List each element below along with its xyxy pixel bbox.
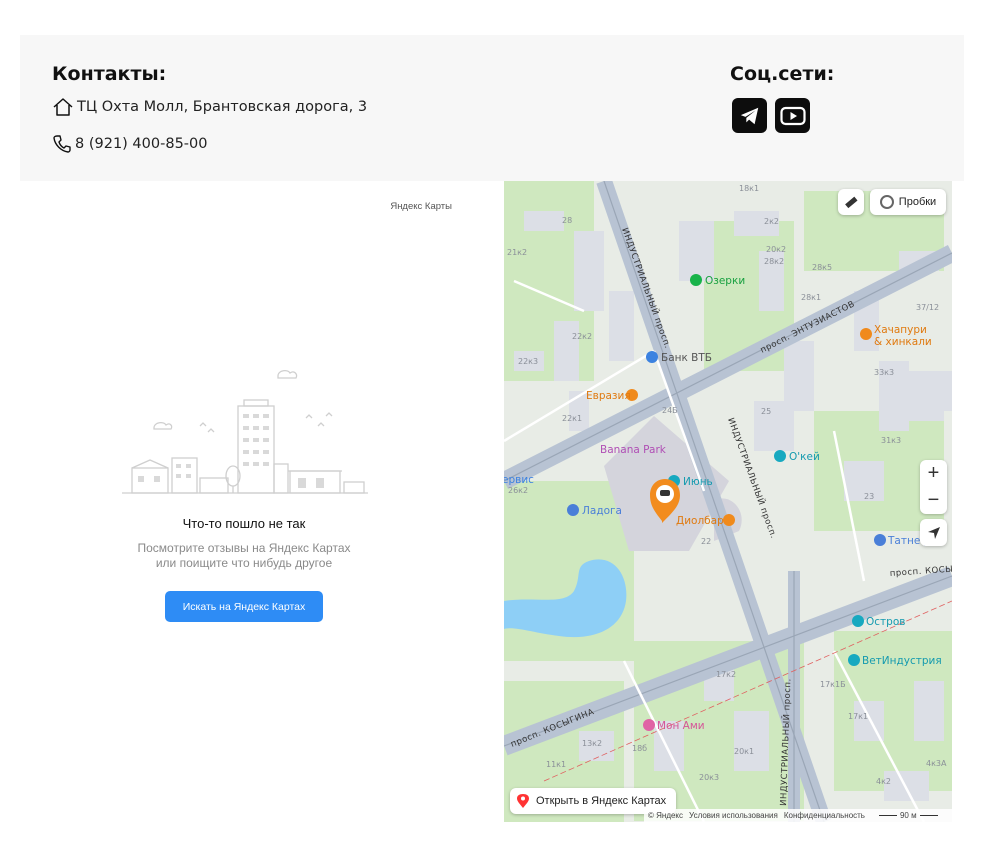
contacts-title: Контакты: bbox=[52, 63, 167, 85]
poi-ladoga: Ладога bbox=[582, 505, 622, 517]
house-number: 28к5 bbox=[812, 263, 832, 272]
house-number: 28 bbox=[562, 216, 572, 225]
house-number: 20к2 bbox=[766, 245, 786, 254]
house-number: 17к1Б bbox=[820, 680, 846, 689]
traffic-label: Пробки bbox=[898, 196, 937, 208]
house-number: 21к2 bbox=[507, 248, 527, 257]
footer-brand: © Яндекс bbox=[648, 811, 684, 820]
error-description: Посмотрите отзывы на Яндекс Картах или п… bbox=[20, 541, 468, 571]
yandex-maps-brand: Яндекс Карты bbox=[390, 201, 452, 212]
poi-servis: ервис bbox=[504, 474, 534, 486]
address-text: ТЦ Охта Молл, Брантовская дорога, 3 bbox=[77, 99, 368, 115]
house-number: 37/12 bbox=[916, 303, 939, 312]
scale-label: 90 м bbox=[899, 811, 917, 820]
traffic-button[interactable]: Пробки bbox=[870, 189, 946, 215]
house-number: 17к2 bbox=[716, 670, 736, 679]
city-illustration bbox=[122, 369, 368, 494]
poi-okey: О'кей bbox=[789, 451, 820, 463]
zoom-control: + − bbox=[920, 460, 947, 514]
house-number: 22к1 bbox=[562, 414, 582, 423]
house-number: 4к2 bbox=[876, 777, 891, 786]
zoom-in-button[interactable]: + bbox=[920, 460, 947, 487]
house-number: 28к1 bbox=[801, 293, 821, 302]
privacy-link[interactable]: Конфиденциальность bbox=[784, 811, 865, 820]
house-number: 11к1 bbox=[546, 760, 566, 769]
yandex-map[interactable]: ИНДУСТРИАЛЬНЫЙ просп. ИНДУСТРИАЛЬНЫЙ про… bbox=[504, 181, 952, 822]
search-on-yandex-button[interactable]: Искать на Яндекс Картах bbox=[165, 591, 323, 622]
error-title: Что-то пошло не так bbox=[182, 516, 306, 531]
house-number: 24Б bbox=[662, 406, 678, 415]
house-number: 31к3 bbox=[881, 436, 901, 445]
traffic-icon bbox=[879, 195, 894, 209]
terms-link[interactable]: Условия использования bbox=[689, 811, 778, 820]
home-icon bbox=[53, 98, 73, 116]
map-canvas[interactable]: ИНДУСТРИАЛЬНЫЙ просп. ИНДУСТРИАЛЬНЫЙ про… bbox=[504, 181, 952, 822]
poi-banana-park: Banana Park bbox=[600, 444, 667, 456]
phone-link[interactable]: 8 (921) 400-85-00 bbox=[75, 136, 207, 152]
poi-khachapuri: Хачапури bbox=[874, 324, 927, 336]
poi-vetindustriya: ВетИндустрия bbox=[862, 655, 942, 667]
youtube-icon bbox=[779, 106, 806, 125]
youtube-button[interactable] bbox=[775, 98, 810, 133]
poi-khachapuri-2: & хинкали bbox=[874, 336, 932, 348]
poi-mon-ami: Мон Ами bbox=[657, 720, 705, 732]
poi-bank-vtb: Банк ВТБ bbox=[661, 352, 712, 364]
address-row: ТЦ Охта Молл, Брантовская дорога, 3 bbox=[52, 97, 367, 117]
house-number: 22к2 bbox=[572, 332, 592, 341]
open-in-yandex-label: Открыть в Яндекс Картах bbox=[536, 795, 667, 807]
house-number: 13к2 bbox=[582, 739, 602, 748]
error-line-1: Посмотрите отзывы на Яндекс Картах bbox=[137, 541, 351, 555]
telegram-icon bbox=[740, 107, 758, 124]
phone-icon bbox=[53, 135, 71, 153]
house-number: 28к2 bbox=[764, 257, 784, 266]
reviews-widget: Яндекс Карты Что-то пошло не так Посмотр… bbox=[20, 181, 468, 822]
house-number: 22 bbox=[701, 537, 711, 546]
house-number: 4к3А bbox=[926, 759, 947, 768]
social-title: Соц.сети: bbox=[730, 63, 835, 85]
house-number: 18б bbox=[632, 744, 647, 753]
house-number: 17к1 bbox=[848, 712, 868, 721]
poi-iyun: Июнь bbox=[683, 476, 713, 488]
telegram-button[interactable] bbox=[732, 98, 767, 133]
ruler-icon bbox=[845, 196, 858, 209]
poi-ostrov: Остров bbox=[866, 616, 905, 628]
contacts-panel: Контакты: ТЦ Охта Молл, Брантовская доро… bbox=[20, 35, 964, 181]
error-line-2: или поищите что нибудь другое bbox=[155, 556, 333, 570]
poi-ozerki: Озерки bbox=[705, 275, 745, 287]
house-number: 23 bbox=[864, 492, 874, 501]
map-footer: © Яндекс Условия использования Конфиденц… bbox=[644, 809, 952, 822]
house-number: 18к1 bbox=[739, 184, 759, 193]
scale-bar: 90 м bbox=[878, 811, 938, 820]
phone-row: 8 (921) 400-85-00 bbox=[52, 134, 207, 154]
ruler-button[interactable] bbox=[838, 189, 864, 215]
house-number: 22к3 bbox=[518, 357, 538, 366]
poi-evraziya: Евразия bbox=[586, 390, 631, 402]
house-number: 20к1 bbox=[734, 747, 754, 756]
zoom-out-button[interactable]: − bbox=[920, 487, 947, 514]
geolocation-button[interactable] bbox=[920, 519, 947, 546]
house-number: 2к2 bbox=[764, 217, 779, 226]
house-number: 33к3 bbox=[874, 368, 894, 377]
house-number: 25 bbox=[761, 407, 771, 416]
map-pin-icon bbox=[517, 794, 529, 808]
navigation-arrow-icon bbox=[927, 526, 940, 539]
house-number: 26к2 bbox=[508, 486, 528, 495]
poi-diolbar: Диолбар bbox=[676, 515, 724, 527]
house-number: 20к3 bbox=[699, 773, 719, 782]
